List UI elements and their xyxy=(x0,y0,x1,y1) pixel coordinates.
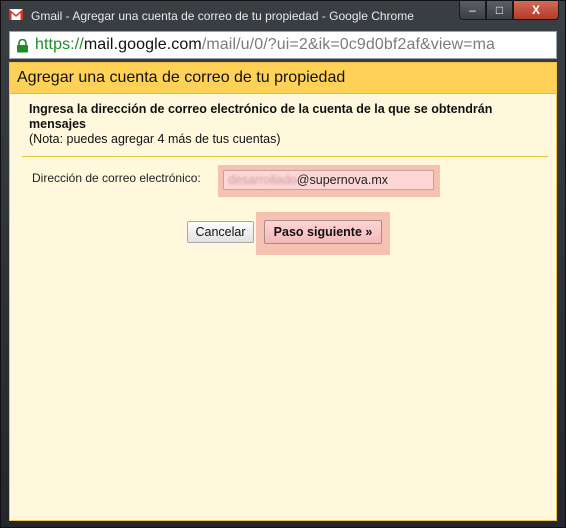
minimize-button[interactable]: – xyxy=(459,1,486,20)
maximize-button[interactable]: □ xyxy=(486,1,513,20)
email-field[interactable]: desarrollado@supernova.mx xyxy=(223,170,434,190)
email-user-blurred: desarrollado xyxy=(228,173,297,187)
url-host: mail.google.com xyxy=(83,36,202,53)
lock-icon xyxy=(16,38,29,53)
gmail-icon xyxy=(9,9,23,20)
note-text: (Nota: puedes agregar 4 más de tus cuent… xyxy=(29,132,281,146)
dialog-title: Agregar una cuenta de correo de tu propi… xyxy=(17,69,346,86)
dialog-header: Agregar una cuenta de correo de tu propi… xyxy=(10,63,556,94)
window-title: Gmail - Agregar una cuenta de correo de … xyxy=(31,9,414,23)
url-path: /mail/u/0/?ui=2&ik=0c9d0bf2af&view=ma xyxy=(201,36,496,53)
url-text[interactable]: https://mail.google.com/mail/u/0/?ui=2&i… xyxy=(35,36,495,54)
url-scheme: https:// xyxy=(35,36,84,53)
next-step-button[interactable]: Paso siguiente » xyxy=(264,220,382,244)
instructions: Ingresa la dirección de correo electróni… xyxy=(29,102,539,147)
dialog: Agregar una cuenta de correo de tu propi… xyxy=(9,62,557,521)
address-bar[interactable]: https://mail.google.com/mail/u/0/?ui=2&i… xyxy=(9,31,557,59)
browser-window: Gmail - Agregar una cuenta de correo de … xyxy=(0,0,566,528)
email-label: Dirección de correo electrónico: xyxy=(32,171,201,185)
email-domain: @supernova.mx xyxy=(296,173,388,187)
window-controls: – □ X xyxy=(459,1,559,21)
cancel-button[interactable]: Cancelar xyxy=(187,221,254,243)
title-bar[interactable]: Gmail - Agregar una cuenta de correo de … xyxy=(1,1,565,31)
instruction-text: Ingresa la dirección de correo electróni… xyxy=(29,102,493,131)
close-button[interactable]: X xyxy=(513,1,559,20)
divider xyxy=(22,156,548,157)
